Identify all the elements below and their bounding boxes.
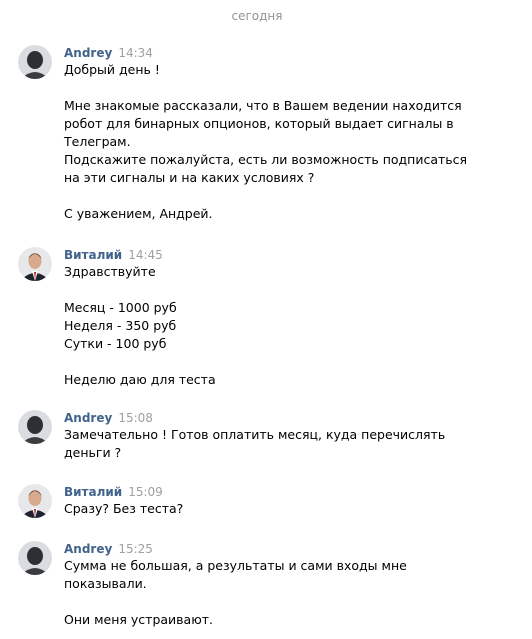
- message-text: Сумма не большая, а результаты и сами вх…: [64, 557, 486, 629]
- message-line: Неделя - 350 руб: [64, 318, 177, 333]
- message-line: показывали.: [64, 576, 147, 591]
- date-separator: сегодня: [231, 9, 283, 23]
- message-time[interactable]: 14:34: [118, 46, 153, 60]
- person-suit-avatar-icon: [18, 247, 52, 281]
- message-line: Телеграм.: [64, 134, 131, 149]
- message-line: Они меня устраивают.: [64, 612, 213, 627]
- avatar-andrey[interactable]: [18, 410, 52, 444]
- avatar-vitaliy[interactable]: [18, 484, 52, 518]
- message-text: Здравствуйте Месяц - 1000 руб Неделя - 3…: [64, 263, 486, 389]
- avatar-andrey[interactable]: [18, 541, 52, 575]
- message-line: [64, 281, 486, 299]
- avatar-andrey[interactable]: [18, 45, 52, 79]
- message-time[interactable]: 15:25: [118, 542, 153, 556]
- message-text: Сразу? Без теста?: [64, 500, 486, 518]
- message-line: Здравствуйте: [64, 264, 156, 279]
- message-line: деньги ?: [64, 445, 122, 460]
- message-text: Добрый день ! Мне знакомые рассказали, ч…: [64, 61, 486, 223]
- message-line: [64, 353, 486, 371]
- message-line: Месяц - 1000 руб: [64, 300, 177, 315]
- message-line: Сразу? Без теста?: [64, 501, 184, 516]
- message-line: [64, 79, 486, 97]
- message-author[interactable]: Виталий: [64, 248, 122, 262]
- message-line: робот для бинарных опционов, который выд…: [64, 116, 454, 131]
- message-line: Неделю даю для теста: [64, 372, 216, 387]
- message-text: Замечательно ! Готов оплатить месяц, куд…: [64, 426, 486, 462]
- message-line: Сутки - 100 руб: [64, 336, 167, 351]
- avatar-vitaliy[interactable]: [18, 247, 52, 281]
- message-line: Мне знакомые рассказали, что в Вашем вед…: [64, 98, 462, 113]
- message-author[interactable]: Andrey: [64, 542, 112, 556]
- message-line: Подскажите пожалуйста, есть ли возможнос…: [64, 152, 468, 167]
- message-time[interactable]: 15:09: [128, 485, 163, 499]
- message-line: [64, 187, 486, 205]
- person-dark-avatar-icon: [18, 410, 52, 444]
- message-line: на эти сигналы и на каких условиях ?: [64, 170, 315, 185]
- person-dark-avatar-icon: [18, 541, 52, 575]
- message-author[interactable]: Виталий: [64, 485, 122, 499]
- message-line: Сумма не большая, а результаты и сами вх…: [64, 558, 407, 573]
- message-line: Добрый день !: [64, 62, 160, 77]
- message-time[interactable]: 15:08: [118, 411, 153, 425]
- message-line: [64, 593, 486, 611]
- message-line: С уважением, Андрей.: [64, 206, 213, 221]
- message-time[interactable]: 14:45: [128, 248, 163, 262]
- message-line: Замечательно ! Готов оплатить месяц, куд…: [64, 427, 446, 442]
- person-dark-avatar-icon: [18, 45, 52, 79]
- person-suit-avatar-icon: [18, 484, 52, 518]
- message-author[interactable]: Andrey: [64, 411, 112, 425]
- message-author[interactable]: Andrey: [64, 46, 112, 60]
